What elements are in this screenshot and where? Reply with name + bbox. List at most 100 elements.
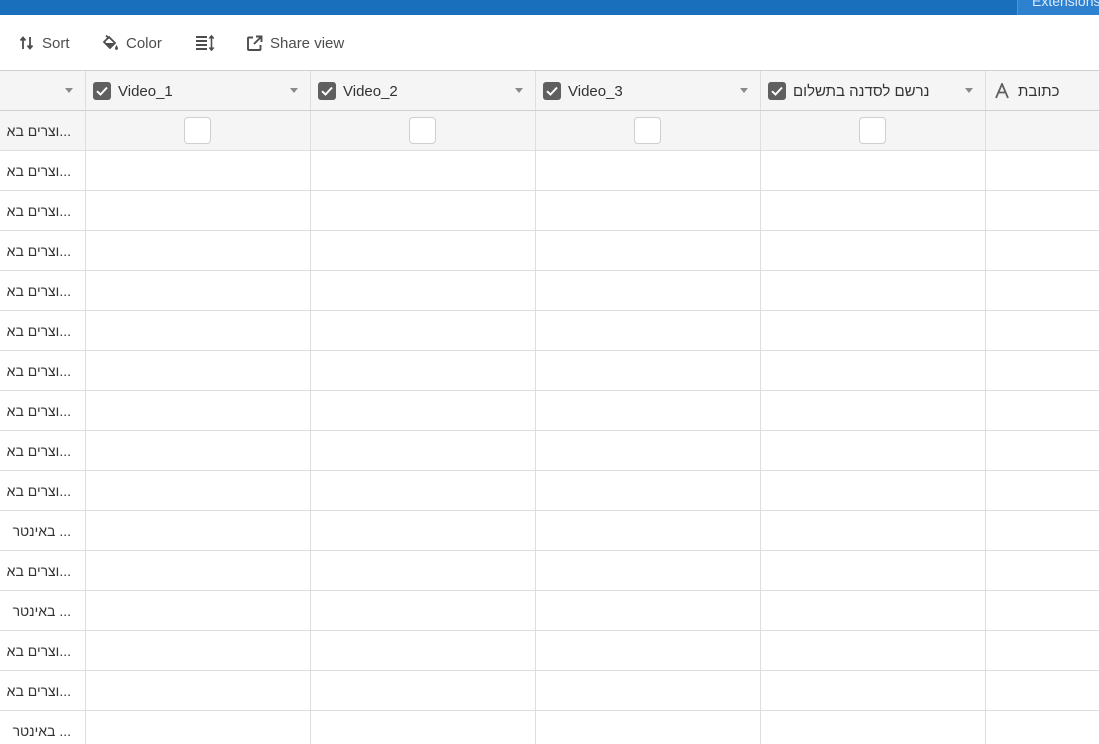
text-cell[interactable]: ...וצרים בא [0, 391, 86, 431]
checkbox-cell[interactable] [761, 631, 986, 671]
row-height-button[interactable] [195, 33, 215, 53]
text-cell[interactable]: ...וצרים בא [0, 351, 86, 391]
table-row[interactable]: ... באינטר [0, 591, 1099, 631]
checkbox-cell[interactable] [86, 271, 311, 311]
text-cell[interactable]: ...וצרים בא [0, 191, 86, 231]
checkbox-cell[interactable] [311, 311, 536, 351]
address-cell[interactable] [986, 231, 1099, 271]
address-cell[interactable] [986, 191, 1099, 231]
text-cell[interactable]: ...וצרים בא [0, 551, 86, 591]
address-cell[interactable] [986, 471, 1099, 511]
checkbox-cell[interactable] [86, 511, 311, 551]
checkbox-cell[interactable] [536, 671, 761, 711]
checkbox-cell[interactable] [311, 351, 536, 391]
address-cell[interactable] [986, 311, 1099, 351]
text-cell[interactable]: ...וצרים בא [0, 271, 86, 311]
checkbox-cell[interactable] [311, 471, 536, 511]
checkbox-cell[interactable] [761, 151, 986, 191]
table-row[interactable]: ... באינטר [0, 511, 1099, 551]
table-row[interactable]: ...וצרים בא [0, 471, 1099, 511]
column-header-paid-workshop[interactable]: נרשם לסדנה בתשלום [761, 71, 986, 111]
address-cell[interactable] [986, 551, 1099, 591]
text-cell[interactable]: ...וצרים בא [0, 671, 86, 711]
checkbox-cell[interactable] [311, 671, 536, 711]
checkbox[interactable] [184, 117, 211, 144]
checkbox-cell[interactable] [311, 711, 536, 744]
checkbox-cell[interactable] [311, 191, 536, 231]
checkbox-cell[interactable] [86, 551, 311, 591]
checkbox-cell[interactable] [311, 631, 536, 671]
table-row[interactable]: ...וצרים בא [0, 111, 1099, 151]
checkbox-cell[interactable] [761, 191, 986, 231]
table-row[interactable]: ...וצרים בא [0, 551, 1099, 591]
table-row[interactable]: ...וצרים בא [0, 191, 1099, 231]
table-row[interactable]: ...וצרים בא [0, 151, 1099, 191]
checkbox-cell[interactable] [86, 111, 311, 151]
checkbox-cell[interactable] [536, 311, 761, 351]
address-cell[interactable] [986, 631, 1099, 671]
address-cell[interactable] [986, 391, 1099, 431]
extensions-button[interactable]: Extensions [1017, 0, 1099, 15]
checkbox-cell[interactable] [761, 711, 986, 744]
checkbox-cell[interactable] [761, 111, 986, 151]
checkbox[interactable] [409, 117, 436, 144]
checkbox-cell[interactable] [761, 231, 986, 271]
checkbox-cell[interactable] [761, 271, 986, 311]
checkbox-cell[interactable] [311, 111, 536, 151]
checkbox-cell[interactable] [86, 151, 311, 191]
text-cell[interactable]: ... באינטר [0, 591, 86, 631]
checkbox-cell[interactable] [311, 231, 536, 271]
column-header-video-2[interactable]: Video_2 [311, 71, 536, 111]
table-row[interactable]: ...וצרים בא [0, 231, 1099, 271]
table-row[interactable]: ...וצרים בא [0, 391, 1099, 431]
column-menu-caret-icon[interactable] [965, 88, 973, 93]
address-cell[interactable] [986, 271, 1099, 311]
checkbox-cell[interactable] [536, 151, 761, 191]
checkbox-cell[interactable] [761, 311, 986, 351]
checkbox-cell[interactable] [86, 391, 311, 431]
column-header-video-1[interactable]: Video_1 [86, 71, 311, 111]
checkbox-cell[interactable] [311, 551, 536, 591]
checkbox-cell[interactable] [86, 311, 311, 351]
text-cell[interactable]: ...וצרים בא [0, 311, 86, 351]
checkbox-cell[interactable] [536, 431, 761, 471]
checkbox-cell[interactable] [311, 511, 536, 551]
column-header-address[interactable]: כתובת [986, 71, 1099, 111]
table-row[interactable]: ...וצרים בא [0, 311, 1099, 351]
checkbox-cell[interactable] [536, 351, 761, 391]
column-header-video-3[interactable]: Video_3 [536, 71, 761, 111]
text-cell[interactable]: ...וצרים בא [0, 471, 86, 511]
checkbox-cell[interactable] [761, 431, 986, 471]
checkbox-cell[interactable] [86, 191, 311, 231]
checkbox-cell[interactable] [536, 471, 761, 511]
checkbox-cell[interactable] [761, 591, 986, 631]
sort-button[interactable]: Sort [19, 33, 70, 53]
checkbox-cell[interactable] [86, 231, 311, 271]
checkbox-cell[interactable] [311, 591, 536, 631]
table-row[interactable]: ...וצרים בא [0, 431, 1099, 471]
checkbox[interactable] [859, 117, 886, 144]
table-row[interactable]: ...וצרים בא [0, 351, 1099, 391]
checkbox-cell[interactable] [536, 271, 761, 311]
checkbox-cell[interactable] [536, 191, 761, 231]
checkbox-cell[interactable] [536, 391, 761, 431]
checkbox[interactable] [634, 117, 661, 144]
checkbox-cell[interactable] [761, 671, 986, 711]
column-menu-caret-icon[interactable] [740, 88, 748, 93]
checkbox-cell[interactable] [86, 671, 311, 711]
address-cell[interactable] [986, 671, 1099, 711]
checkbox-cell[interactable] [761, 351, 986, 391]
checkbox-cell[interactable] [311, 151, 536, 191]
checkbox-cell[interactable] [761, 391, 986, 431]
text-cell[interactable]: ... באינטר [0, 511, 86, 551]
text-cell[interactable]: ...וצרים בא [0, 151, 86, 191]
share-view-button[interactable]: Share view [246, 33, 344, 53]
checkbox-cell[interactable] [536, 711, 761, 744]
checkbox-cell[interactable] [536, 511, 761, 551]
table-row[interactable]: ...וצרים בא [0, 671, 1099, 711]
address-cell[interactable] [986, 591, 1099, 631]
checkbox-cell[interactable] [311, 271, 536, 311]
checkbox-cell[interactable] [311, 431, 536, 471]
column-menu-caret-icon[interactable] [515, 88, 523, 93]
text-cell[interactable]: ...וצרים בא [0, 111, 86, 151]
